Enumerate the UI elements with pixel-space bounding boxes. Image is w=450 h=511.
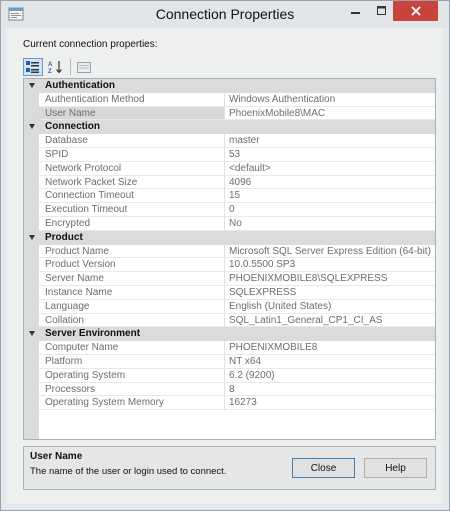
property-value: <default> — [225, 162, 435, 176]
property-row[interactable]: Processors 8 — [24, 382, 435, 397]
property-value: PHOENIXMOBILE8\SQLEXPRESS — [225, 272, 435, 286]
property-name: Operating System — [39, 368, 225, 383]
property-row[interactable]: Operating System Memory 16273 — [24, 396, 435, 411]
property-pages-icon — [77, 62, 91, 73]
property-row[interactable]: Connection Timeout 15 — [24, 189, 435, 204]
property-value: 53 — [225, 148, 435, 162]
property-value: 0 — [225, 203, 435, 217]
property-grid-toolbar: A Z — [23, 57, 97, 77]
property-row[interactable]: Authentication Method Windows Authenticat… — [24, 92, 435, 107]
property-value: Windows Authentication — [225, 93, 435, 107]
property-pages-button[interactable] — [74, 58, 94, 76]
property-name: Platform — [39, 354, 225, 369]
property-row[interactable]: Product Version 10.0.5500 SP3 — [24, 258, 435, 273]
property-grid[interactable]: Authentication Authentication Method Windo… — [23, 78, 436, 440]
property-name: Instance Name — [39, 285, 225, 300]
sort-az-icon: A Z — [48, 61, 62, 74]
property-name: Database — [39, 134, 225, 148]
property-row[interactable]: Encrypted No — [24, 216, 435, 231]
property-name: Collation — [39, 313, 225, 328]
maximize-icon — [377, 6, 386, 15]
property-row[interactable]: Platform NT x64 — [24, 354, 435, 369]
category-header[interactable]: Authentication — [24, 79, 435, 93]
category-header[interactable]: Product — [24, 230, 435, 245]
category-header[interactable]: Connection — [24, 120, 435, 135]
property-name: Processors — [39, 382, 225, 397]
property-value: NT x64 — [225, 355, 435, 369]
property-name: Network Packet Size — [39, 175, 225, 190]
title-bar[interactable]: Connection Properties — [1, 1, 449, 28]
property-value: Microsoft SQL Server Express Edition (64… — [225, 245, 435, 259]
property-row[interactable]: Network Protocol <default> — [24, 161, 435, 176]
category-label: Connection — [45, 121, 100, 133]
property-name: Server Name — [39, 272, 225, 286]
property-value: PhoenixMobile8\MAC — [225, 107, 435, 121]
property-row[interactable]: SPID 53 — [24, 147, 435, 162]
collapse-arrow-icon[interactable] — [29, 83, 35, 88]
property-row[interactable]: Instance Name SQLEXPRESS — [24, 285, 435, 300]
svg-text:Z: Z — [48, 69, 52, 74]
property-value: 6.2 (9200) — [225, 369, 435, 383]
categorized-button[interactable] — [23, 58, 43, 76]
property-name: Operating System Memory — [39, 396, 225, 411]
property-value: English (United States) — [225, 300, 435, 314]
minimize-button[interactable] — [343, 1, 369, 21]
property-name: Product Version — [39, 258, 225, 273]
close-button[interactable]: Close — [292, 458, 355, 478]
category-label: Product — [45, 231, 83, 243]
property-value: PHOENIXMOBILE8 — [225, 341, 435, 355]
help-button[interactable]: Help — [364, 458, 427, 478]
property-value: SQLEXPRESS — [225, 286, 435, 300]
property-value: 15 — [225, 189, 435, 204]
property-row[interactable]: Collation SQL_Latin1_General_CP1_CI_AS — [24, 313, 435, 328]
property-name: Encrypted — [39, 216, 225, 231]
close-icon — [410, 6, 421, 16]
collapse-arrow-icon[interactable] — [29, 331, 35, 337]
property-row[interactable]: Server Name PHOENIXMOBILE8\SQLEXPRESS — [24, 272, 435, 286]
property-value: 10.0.5500 SP3 — [225, 258, 435, 273]
property-name: Language — [39, 299, 225, 314]
categorized-icon — [26, 61, 39, 73]
property-value: master — [225, 134, 435, 148]
property-name: Execution Timeout — [39, 203, 225, 217]
collapse-arrow-icon[interactable] — [29, 234, 35, 240]
property-value: SQL_Latin1_General_CP1_CI_AS — [225, 314, 435, 328]
close-window-button[interactable] — [393, 1, 438, 21]
property-name: Authentication Method — [39, 92, 225, 107]
property-name: SPID — [39, 147, 225, 162]
property-row[interactable]: Operating System 6.2 (9200) — [24, 368, 435, 383]
property-name: Product Name — [39, 244, 225, 259]
property-row[interactable]: User Name PhoenixMobile8\MAC — [24, 106, 435, 121]
property-row[interactable]: Network Packet Size 4096 — [24, 175, 435, 190]
property-row[interactable]: Language English (United States) — [24, 299, 435, 314]
dialog-content: Current connection properties: A Z Authe… — [7, 28, 443, 504]
property-name: Connection Timeout — [39, 189, 225, 204]
property-name: Network Protocol — [39, 161, 225, 176]
minimize-icon — [351, 12, 360, 14]
category-label: Authentication — [45, 80, 115, 91]
property-row[interactable]: Database master — [24, 134, 435, 148]
toolbar-separator — [70, 59, 71, 75]
property-row[interactable]: Computer Name PHOENIXMOBILE8 — [24, 341, 435, 355]
property-row[interactable]: Product Name Microsoft SQL Server Express… — [24, 244, 435, 259]
property-value: 4096 — [225, 176, 435, 190]
svg-text:A: A — [48, 62, 53, 68]
subtitle-label: Current connection properties: — [23, 39, 158, 50]
property-value: 8 — [225, 383, 435, 397]
property-row[interactable]: Execution Timeout 0 — [24, 203, 435, 217]
collapse-arrow-icon[interactable] — [29, 124, 35, 130]
property-name: Computer Name — [39, 341, 225, 355]
category-header[interactable]: Server Environment — [24, 327, 435, 342]
property-value: 16273 — [225, 396, 435, 411]
maximize-button[interactable] — [369, 1, 395, 21]
connection-properties-window: Connection Properties Current connection… — [0, 0, 450, 511]
alphabetical-button[interactable]: A Z — [46, 58, 66, 76]
property-value: No — [225, 217, 435, 231]
property-name: User Name — [39, 106, 225, 121]
category-label: Server Environment — [45, 328, 141, 340]
